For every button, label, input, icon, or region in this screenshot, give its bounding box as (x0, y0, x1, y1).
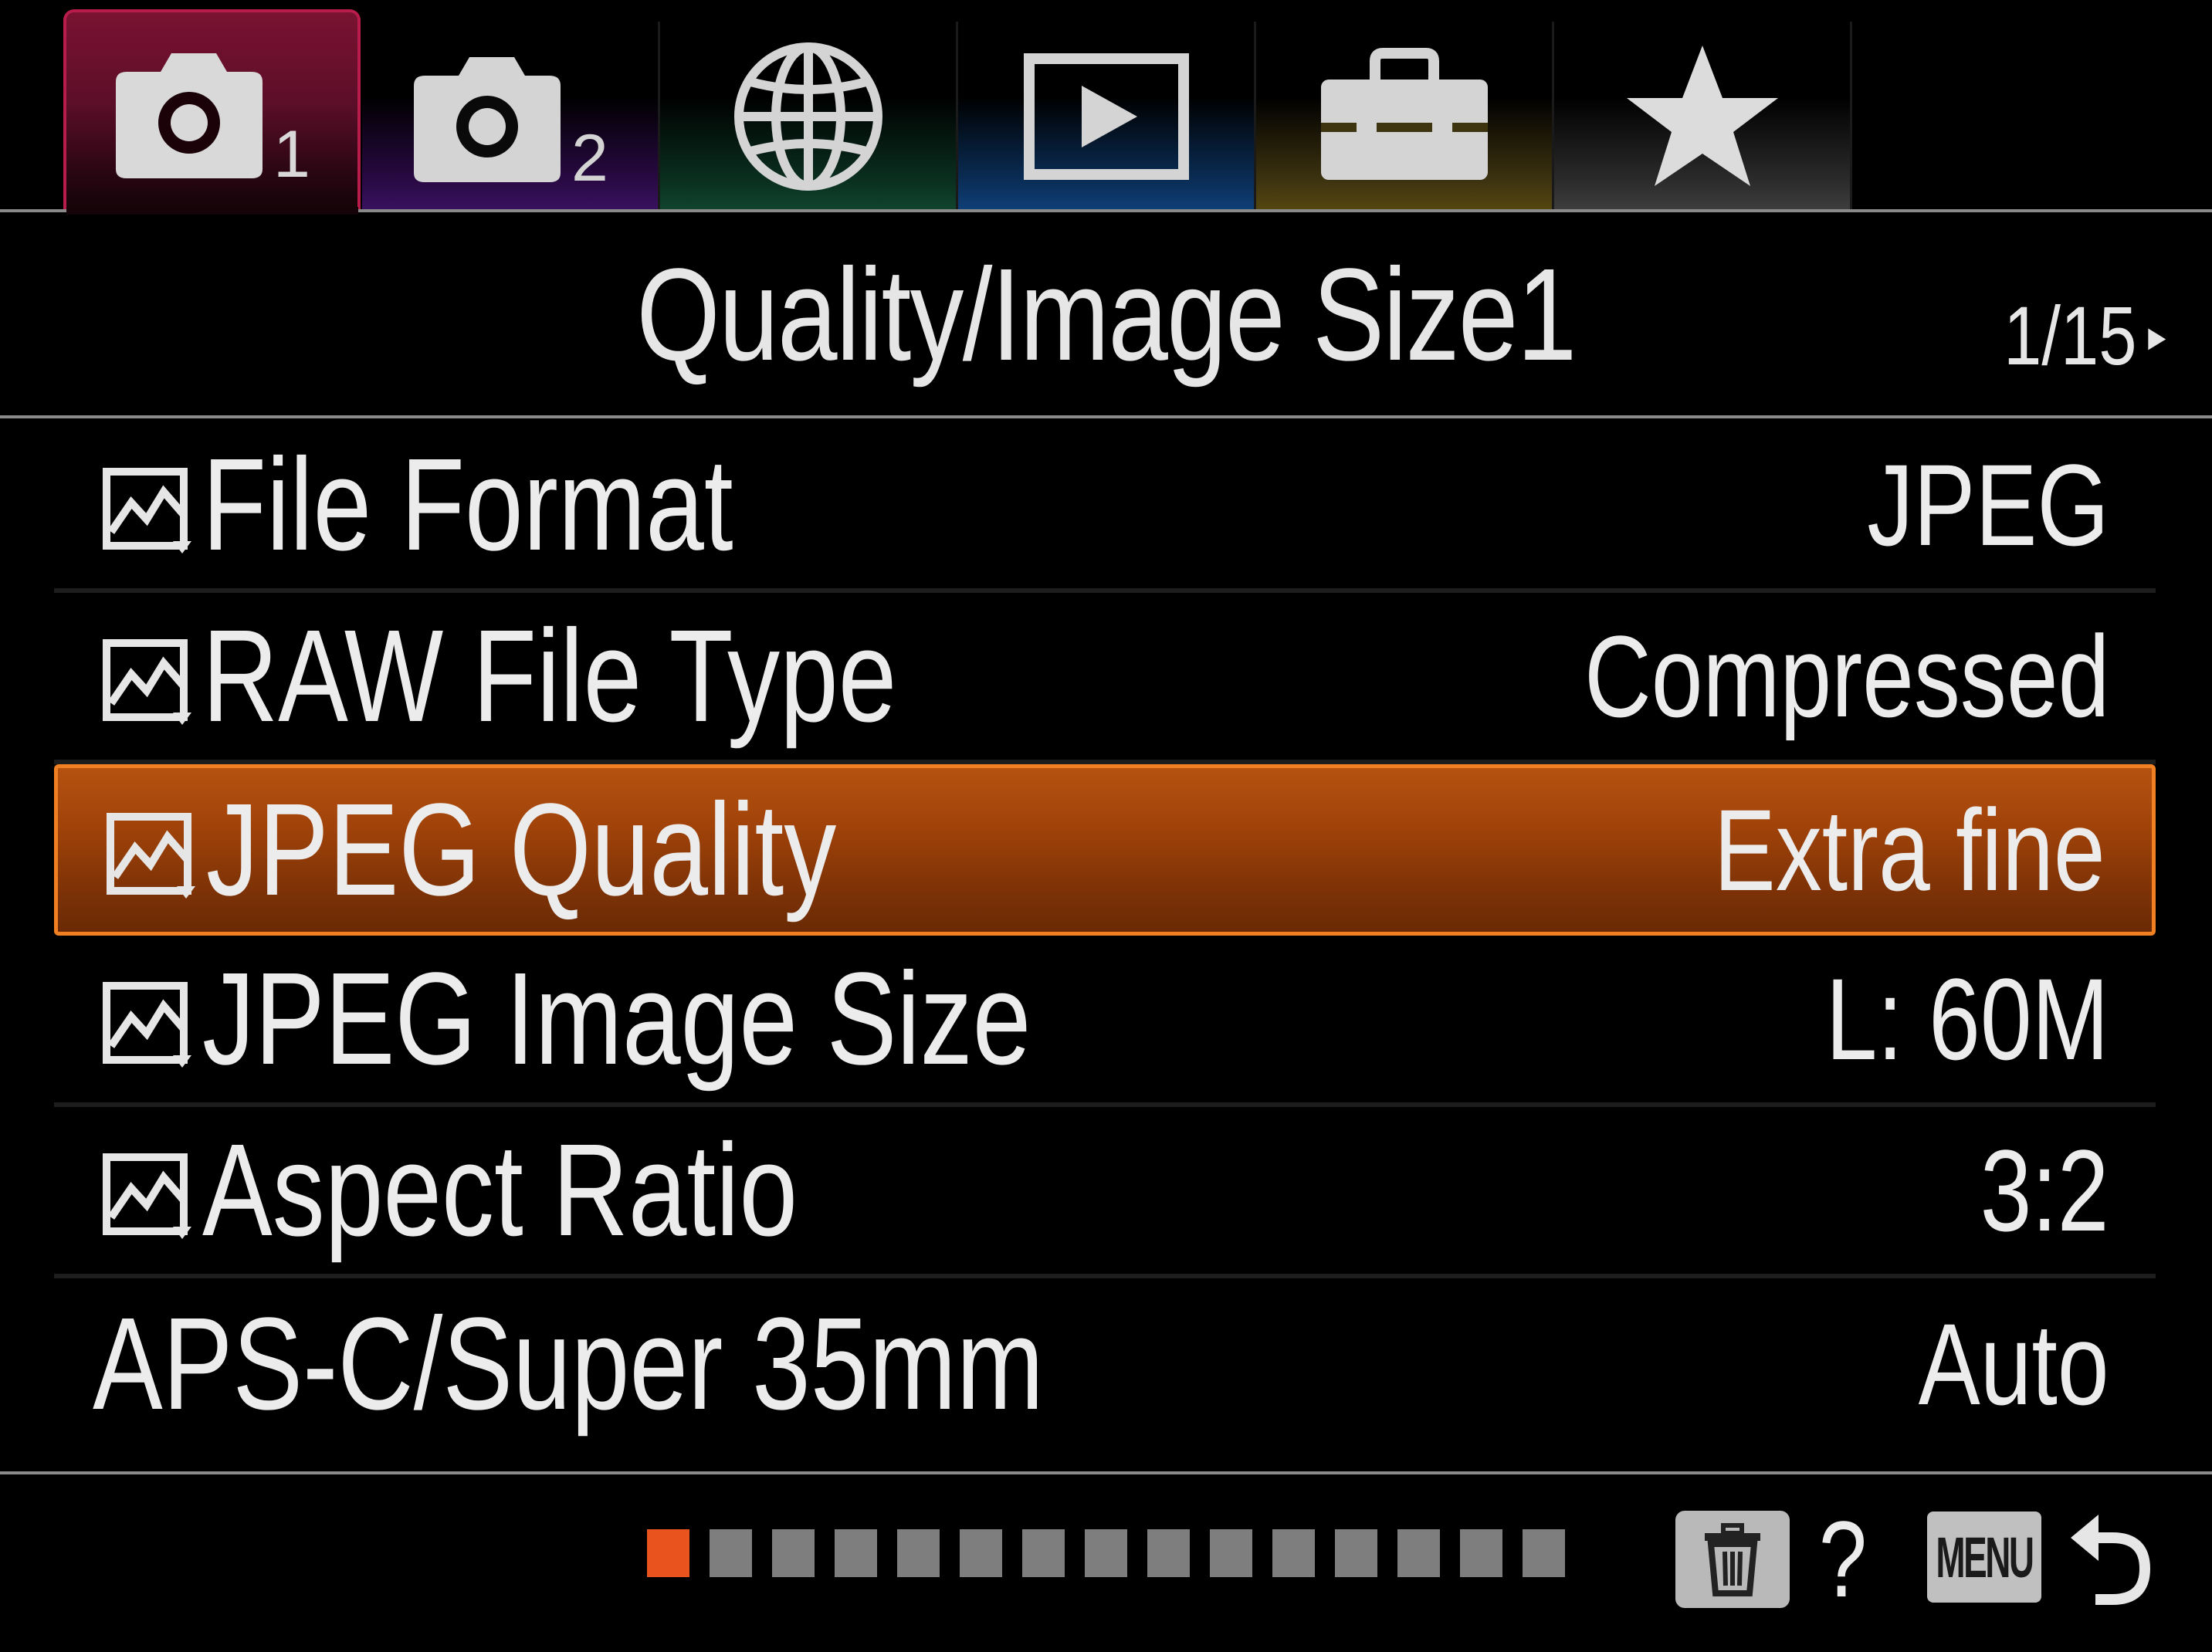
svg-text:2: 2 (571, 121, 608, 190)
menu-header: Quality/Image Size1 1/15 ▸ (0, 216, 2212, 415)
menu-item-value: L: 60M (1826, 953, 2109, 1084)
progress-segment (1397, 1529, 1440, 1577)
footer-divider (0, 1471, 2212, 1474)
tab-network[interactable] (660, 22, 958, 211)
still-image-icon (103, 639, 191, 725)
progress-segment (897, 1529, 940, 1577)
trash-icon (1705, 1523, 1760, 1596)
still-image-icon (107, 813, 195, 899)
menu-button-label: MENU (1936, 1525, 2034, 1589)
menu-button[interactable]: MENU (1927, 1512, 2041, 1603)
menu-item-value: 3:2 (1980, 1125, 2109, 1255)
progress-segment-current (647, 1529, 689, 1577)
globe-icon (733, 42, 882, 191)
camera-icon: 2 (413, 56, 608, 190)
menu-item-value: Auto (1919, 1298, 2109, 1429)
page-number: 1/15 (2003, 289, 2137, 382)
toolbox-icon (1320, 47, 1488, 180)
menu-item-file-format[interactable]: File Format JPEG (54, 421, 2156, 593)
still-image-icon (103, 468, 191, 553)
tab-setup[interactable] (1256, 22, 1554, 211)
menu-back-control[interactable]: MENU (1927, 1507, 2157, 1607)
menu-item-value: Extra fine (1714, 784, 2105, 915)
menu-item-aps-c-super-35mm[interactable]: APS-C/Super 35mm Auto (54, 1278, 2156, 1450)
progress-segment (1335, 1529, 1377, 1577)
svg-text:1: 1 (273, 117, 310, 186)
next-page-arrow-icon[interactable]: ▸ (2148, 310, 2166, 361)
menu-list: File Format JPEG RAW File Type Compresse… (54, 421, 2156, 1450)
page-progress-indicator (647, 1529, 1565, 1577)
page-title: Quality/Image Size1 (636, 242, 1577, 388)
playback-icon (1023, 52, 1189, 180)
menu-item-label: RAW File Type (202, 603, 897, 750)
progress-segment (835, 1529, 877, 1577)
progress-segment (1210, 1529, 1252, 1577)
star-icon (1626, 45, 1778, 186)
progress-segment (960, 1529, 1002, 1577)
delete-help-control[interactable]: ? (1675, 1505, 1873, 1613)
tab-camera-1[interactable]: 1 (63, 9, 361, 212)
menu-item-label: JPEG Quality (206, 777, 837, 923)
menu-item-label: Aspect Ratio (202, 1117, 798, 1264)
camera-icon: 1 (115, 52, 310, 186)
tab-camera-2[interactable]: 2 (362, 22, 660, 211)
menu-item-label: JPEG Image Size (202, 946, 1031, 1092)
tab-my-menu[interactable] (1554, 22, 1852, 211)
progress-segment (1460, 1529, 1502, 1577)
progress-segment (1147, 1529, 1190, 1577)
progress-segment (710, 1529, 752, 1577)
header-divider (0, 415, 2212, 418)
delete-button[interactable] (1675, 1511, 1790, 1608)
progress-segment (1523, 1529, 1565, 1577)
menu-item-jpeg-quality[interactable]: JPEG Quality Extra fine (54, 764, 2156, 936)
menu-item-value: JPEG (1867, 439, 2109, 570)
progress-segment (1022, 1529, 1065, 1577)
menu-item-value: Compressed (1584, 611, 2109, 741)
still-image-icon (103, 982, 191, 1068)
progress-segment (772, 1529, 815, 1577)
menu-item-label: APS-C/Super 35mm (93, 1291, 1044, 1437)
menu-item-aspect-ratio[interactable]: Aspect Ratio 3:2 (54, 1107, 2156, 1278)
progress-segment (1272, 1529, 1315, 1577)
still-image-icon (103, 1153, 191, 1239)
menu-item-raw-file-type[interactable]: RAW File Type Compressed (54, 593, 2156, 764)
help-icon[interactable]: ? (1819, 1505, 1867, 1613)
back-arrow-icon[interactable] (2065, 1507, 2157, 1607)
progress-segment (1085, 1529, 1127, 1577)
menu-item-jpeg-image-size[interactable]: JPEG Image Size L: 60M (54, 936, 2156, 1107)
menu-item-label: File Format (202, 432, 733, 578)
page-indicator: 1/15 ▸ (2004, 287, 2166, 384)
tab-bar: 1 2 (0, 0, 2212, 215)
tab-playback[interactable] (958, 22, 1256, 211)
